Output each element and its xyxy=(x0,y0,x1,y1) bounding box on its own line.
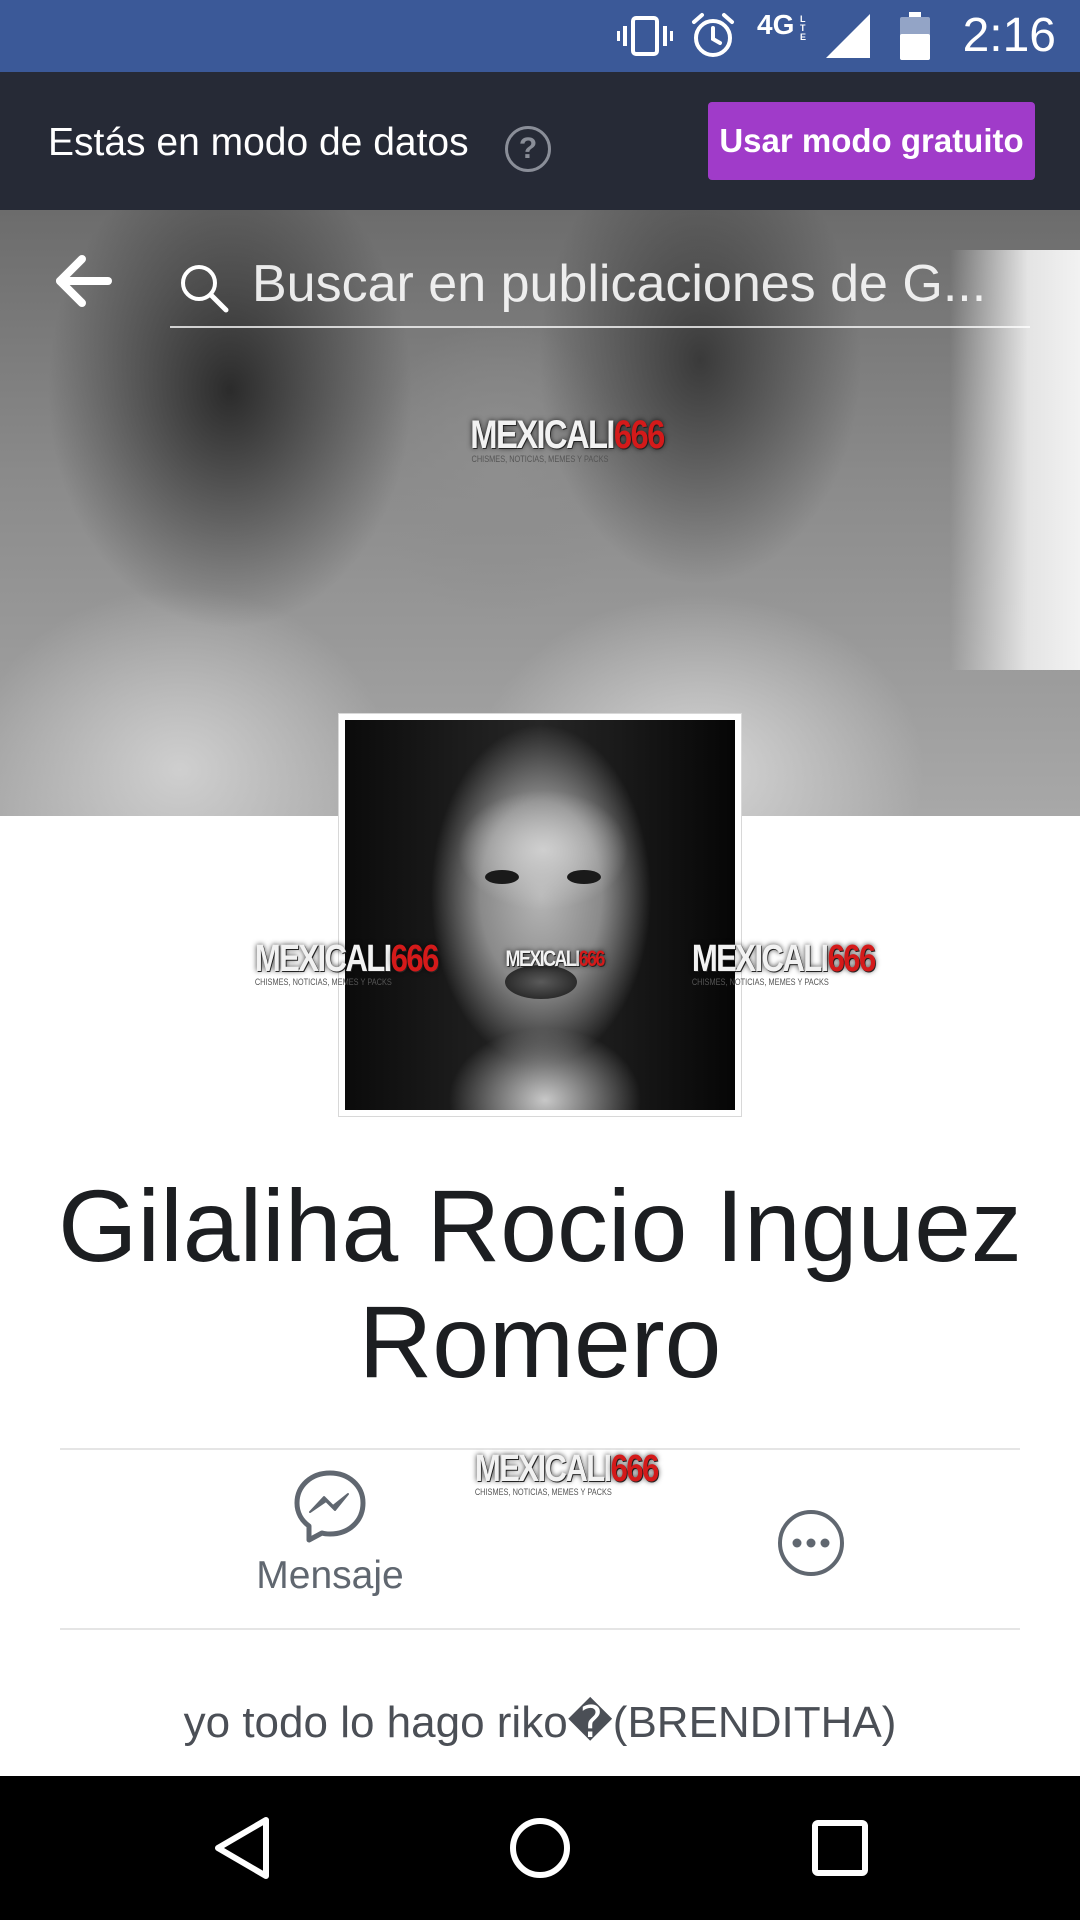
photo-eye-left xyxy=(485,870,519,884)
signal-icon xyxy=(826,14,870,58)
search-icon xyxy=(181,265,229,313)
data-mode-message: Estás en modo de datos xyxy=(48,121,469,164)
status-time: 2:16 xyxy=(962,9,1056,62)
svg-text:E: E xyxy=(800,32,806,42)
vibrate-icon xyxy=(617,16,673,56)
help-icon[interactable]: ? xyxy=(505,126,551,172)
lte-4g-icon: L T E xyxy=(800,14,806,42)
status-bar: 4G L T E 2:16 xyxy=(0,0,1080,72)
watermark-logo: MEXICALI666 xyxy=(505,946,606,971)
home-nav-icon[interactable] xyxy=(508,1816,572,1880)
search-input[interactable] xyxy=(252,254,1022,314)
watermark-logo: MEXICALI666 CHISMES, NOTICIAS, MEMES Y P… xyxy=(691,938,876,987)
watermark-logo: MEXICALI666 CHISMES, NOTICIAS, MEMES Y P… xyxy=(254,938,439,987)
back-nav-icon[interactable] xyxy=(212,1816,272,1880)
photo-eye-right xyxy=(567,870,601,884)
watermark-logo: MEXICALI666 CHISMES, NOTICIAS, MEMES Y P… xyxy=(470,413,665,464)
data-mode-banner: Estás en modo de datos ? Usar modo gratu… xyxy=(0,72,1080,210)
back-arrow-icon[interactable] xyxy=(56,255,112,307)
free-mode-button[interactable]: Usar modo gratuito xyxy=(708,102,1035,180)
message-label: Mensaje xyxy=(256,1554,404,1597)
alarm-icon xyxy=(692,13,734,57)
message-button[interactable]: Mensaje xyxy=(190,1468,470,1598)
battery-icon xyxy=(900,12,930,60)
more-options-icon[interactable] xyxy=(776,1508,846,1578)
recents-nav-icon[interactable] xyxy=(810,1818,870,1878)
navigation-bar xyxy=(0,1776,1080,1920)
network-type-label: 4G xyxy=(757,9,795,40)
profile-bio: yo todo lo hago riko�(BRENDITHA) xyxy=(183,1698,897,1747)
watermark-logo: MEXICALI666 CHISMES, NOTICIAS, MEMES Y P… xyxy=(474,1448,659,1497)
profile-actions: Mensaje MEXICALI666 CHISMES, NOTICIAS, M… xyxy=(60,1448,1020,1630)
messenger-icon xyxy=(294,1470,366,1543)
profile-photo xyxy=(345,720,735,1110)
profile-name: Gilaliha Rocio Inguez Romero xyxy=(58,1169,1022,1399)
search-bar[interactable] xyxy=(170,240,1030,328)
profile-picture[interactable] xyxy=(338,713,742,1117)
